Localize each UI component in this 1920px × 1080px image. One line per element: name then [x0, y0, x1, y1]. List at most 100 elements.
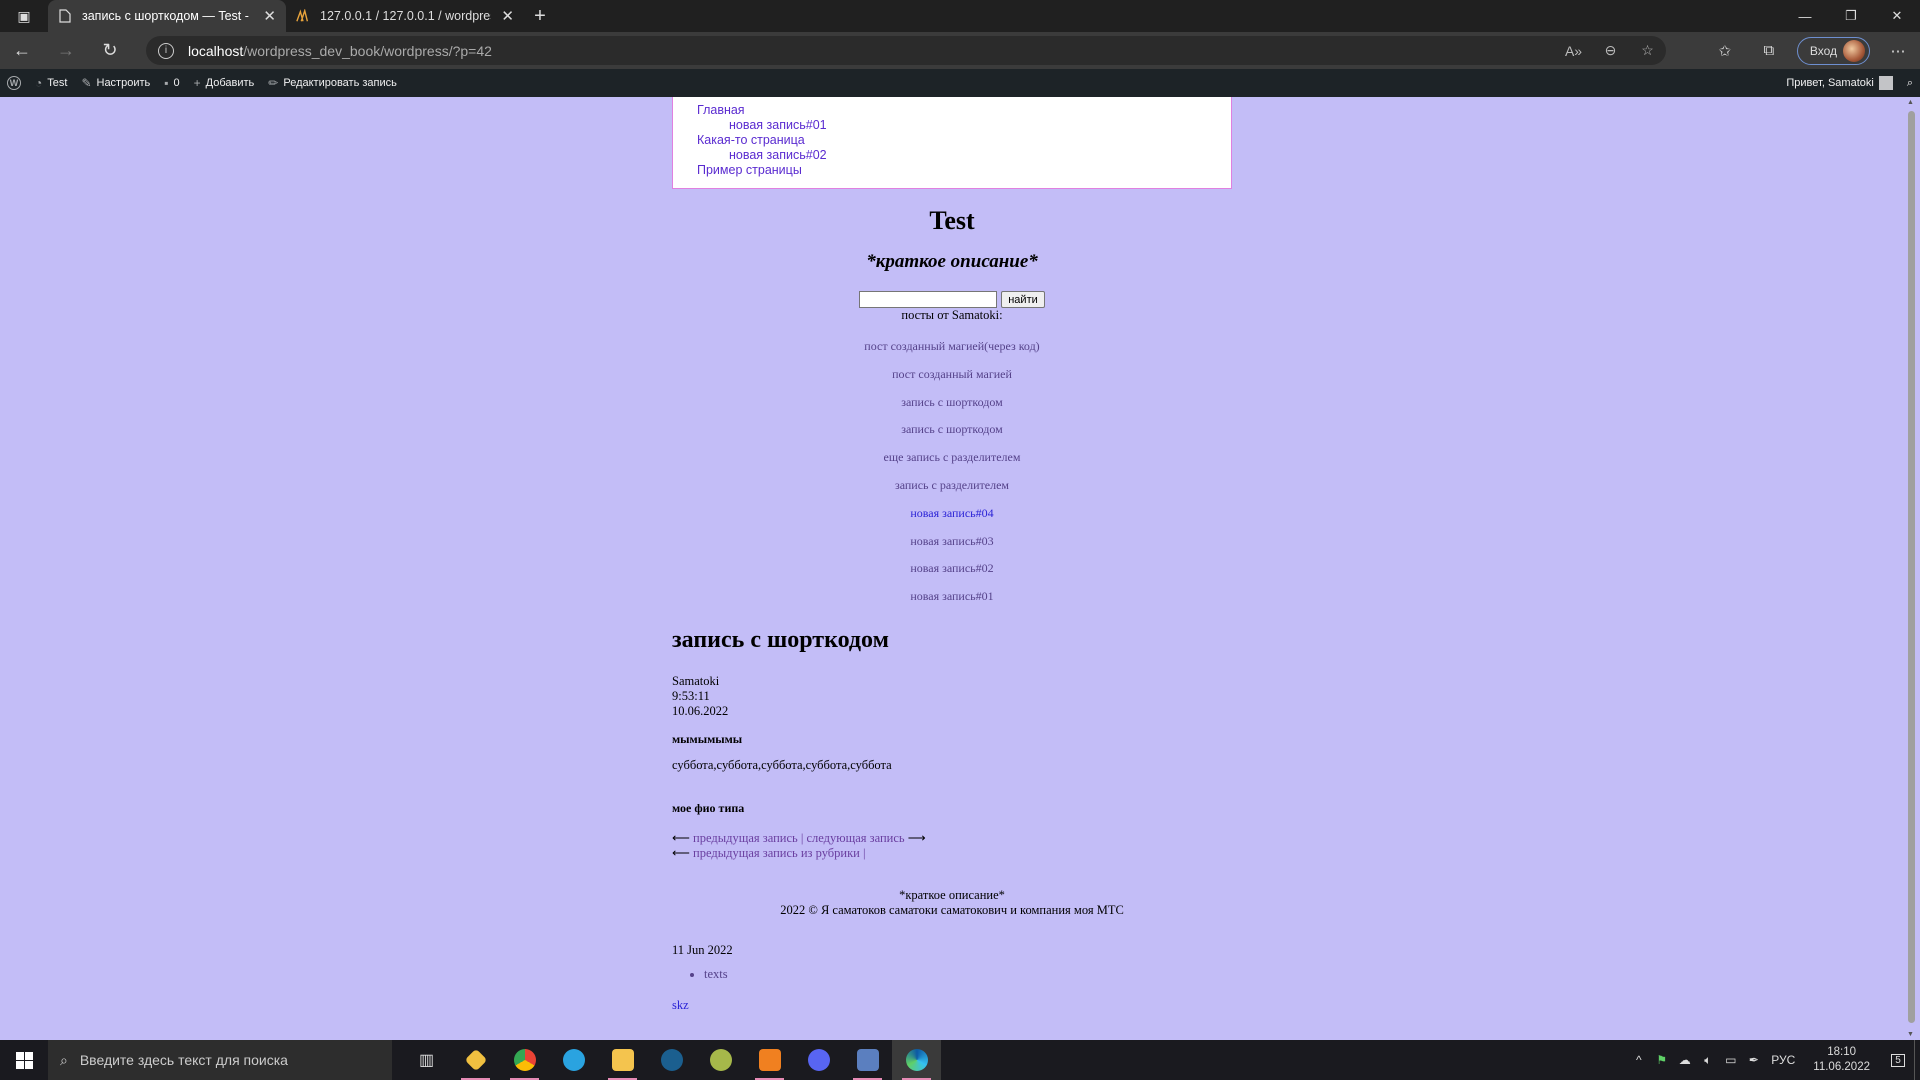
- browser-toolbar: ← → ↻ i localhost/wordpress_dev_book/wor…: [0, 32, 1920, 69]
- telegram-icon[interactable]: [549, 1040, 598, 1080]
- add-favorite-icon[interactable]: ☆: [1629, 42, 1666, 59]
- discord-icon[interactable]: [794, 1040, 843, 1080]
- post-link[interactable]: пост созданный магией: [672, 361, 1232, 389]
- post-link[interactable]: новая запись#04: [672, 500, 1232, 528]
- windows-start-icon[interactable]: [0, 1040, 48, 1080]
- close-icon[interactable]: ✕: [263, 7, 276, 25]
- profile-login-button[interactable]: Вход: [1796, 36, 1870, 65]
- tab-title: 127.0.0.1 / 127.0.0.1 / wordpress: [320, 9, 492, 23]
- admin-comments-count: 0: [173, 77, 180, 89]
- menu-subitem[interactable]: новая запись#01: [697, 118, 1231, 133]
- language-indicator[interactable]: РУС: [1765, 1053, 1801, 1067]
- more-icon[interactable]: ⋯: [1876, 42, 1920, 60]
- minimize-icon[interactable]: —: [1782, 0, 1828, 32]
- steam-icon[interactable]: [647, 1040, 696, 1080]
- site-info-icon[interactable]: i: [158, 42, 174, 59]
- post-link[interactable]: еще запись с разделителем: [672, 444, 1232, 472]
- notifications-icon[interactable]: 5: [1882, 1053, 1914, 1067]
- notification-count: 5: [1891, 1053, 1905, 1067]
- site-title[interactable]: Test: [672, 206, 1232, 236]
- post-link[interactable]: запись с шорткодом: [672, 389, 1232, 417]
- admin-site-link[interactable]: ◔ Test: [28, 69, 74, 97]
- close-icon[interactable]: ✕: [501, 7, 514, 25]
- scrollbar-thumb[interactable]: [1908, 111, 1915, 1023]
- scroll-up-icon[interactable]: ▲: [1907, 99, 1914, 106]
- zoom-out-icon[interactable]: ⊖: [1592, 42, 1629, 59]
- admin-edit-post-label: Редактировать запись: [283, 77, 397, 89]
- menu-item[interactable]: Какая-то страница: [697, 133, 1231, 148]
- taskbar-search[interactable]: ⌕ Введите здесь текст для поиска: [48, 1040, 392, 1080]
- prev-category-post-link[interactable]: предыдущая запись из рубрики: [693, 846, 860, 860]
- forward-icon[interactable]: →: [44, 32, 88, 69]
- next-post-link[interactable]: следующая запись: [807, 831, 905, 845]
- admin-edit-post-link[interactable]: ✏ Редактировать запись: [261, 69, 404, 97]
- post-link[interactable]: пост созданный магией(через код): [672, 333, 1232, 361]
- menu-subitem[interactable]: новая запись#02: [697, 148, 1231, 163]
- tab-active[interactable]: запись с шорткодом — Test - ✕: [48, 0, 286, 32]
- prev-cat-arrow: ⟵: [672, 846, 690, 860]
- admin-add-new-link[interactable]: + Добавить: [187, 69, 262, 97]
- restore-icon[interactable]: ❐: [1828, 0, 1874, 32]
- volume-icon[interactable]: 🔈︎: [1696, 1053, 1719, 1068]
- admin-customize-label: Настроить: [96, 77, 151, 89]
- task-view-icon[interactable]: ▥: [402, 1040, 451, 1080]
- onedrive-icon[interactable]: ☁: [1673, 1053, 1696, 1067]
- menu-item[interactable]: Пример страницы: [697, 163, 1231, 178]
- sublime-text-icon[interactable]: [745, 1040, 794, 1080]
- wp-logo-icon[interactable]: W: [0, 69, 28, 97]
- admin-customize-link[interactable]: ✎ Настроить: [74, 69, 157, 97]
- page-content: Главная новая запись#01 Какая-то страниц…: [0, 97, 1903, 1040]
- plus-icon: +: [193, 76, 201, 90]
- favorites-icon[interactable]: ✩: [1703, 42, 1747, 60]
- tab-phpmyadmin[interactable]: 127.0.0.1 / 127.0.0.1 / wordpress ✕: [286, 0, 524, 32]
- admin-comments-link[interactable]: ▪ 0: [157, 69, 186, 97]
- footer-link[interactable]: skz: [672, 998, 1392, 1013]
- brush-icon: ✎: [81, 76, 92, 90]
- admin-greeting: Привет, Samatoki: [1786, 77, 1874, 89]
- prev-arrow: ⟵: [672, 831, 690, 845]
- admin-bar-right: Привет, Samatoki ⌕: [1779, 69, 1920, 97]
- post-link[interactable]: новая запись#03: [672, 528, 1232, 556]
- toolbar-right: ✩ ⧉ Вход ⋯: [1703, 32, 1920, 69]
- address-bar[interactable]: i localhost/wordpress_dev_book/wordpress…: [146, 36, 1666, 65]
- post-link[interactable]: новая запись#01: [672, 583, 1232, 611]
- pen-icon[interactable]: ✒: [1742, 1053, 1765, 1067]
- post-body: суббота,суббота,суббота,суббота,суббота: [672, 758, 892, 772]
- calculator-icon[interactable]: [843, 1040, 892, 1080]
- search-form: найти: [672, 291, 1232, 308]
- show-desktop-button[interactable]: [1914, 1040, 1920, 1080]
- prev-post-link[interactable]: предыдущая запись: [693, 831, 798, 845]
- admin-search-icon[interactable]: ⌕: [1900, 69, 1920, 97]
- chrome-icon[interactable]: [500, 1040, 549, 1080]
- menu-item[interactable]: Главная: [697, 103, 1231, 118]
- admin-account-link[interactable]: Привет, Samatoki: [1779, 69, 1899, 97]
- search-button[interactable]: найти: [1001, 291, 1045, 308]
- post-link[interactable]: запись с шорткодом: [672, 416, 1232, 444]
- read-aloud-icon[interactable]: A»: [1555, 43, 1592, 59]
- post-link[interactable]: новая запись#02: [672, 555, 1232, 583]
- taskbar-clock[interactable]: 18:10 11.06.2022: [1801, 1045, 1882, 1075]
- ball-app-icon[interactable]: [696, 1040, 745, 1080]
- post-link[interactable]: запись с разделителем: [672, 472, 1232, 500]
- collections-icon[interactable]: ⧉: [1747, 42, 1791, 59]
- refresh-icon[interactable]: ↻: [88, 32, 132, 69]
- page-scrollbar[interactable]: ▲ ▼: [1903, 97, 1920, 1040]
- tag-link[interactable]: texts: [704, 967, 1392, 982]
- file-explorer-icon[interactable]: [598, 1040, 647, 1080]
- chevron-up-icon[interactable]: ^: [1627, 1053, 1650, 1067]
- network-icon[interactable]: ▭: [1719, 1053, 1742, 1067]
- git-app-icon[interactable]: [451, 1040, 500, 1080]
- flag-icon[interactable]: ⚑: [1650, 1053, 1673, 1067]
- edge-icon[interactable]: [892, 1040, 941, 1080]
- search-input[interactable]: [859, 291, 998, 308]
- tag-list: texts: [672, 967, 1392, 982]
- new-tab-icon[interactable]: +: [524, 0, 556, 32]
- login-label: Вход: [1809, 43, 1837, 58]
- back-icon[interactable]: ←: [0, 32, 44, 69]
- tab-actions-icon[interactable]: ▣: [0, 0, 48, 32]
- dashboard-icon: ◔: [35, 76, 43, 90]
- post-date: 10.06.2022: [672, 704, 729, 718]
- post-time: 9:53:11: [672, 689, 710, 703]
- close-window-icon[interactable]: ✕: [1874, 0, 1920, 32]
- scroll-down-icon[interactable]: ▼: [1907, 1031, 1914, 1038]
